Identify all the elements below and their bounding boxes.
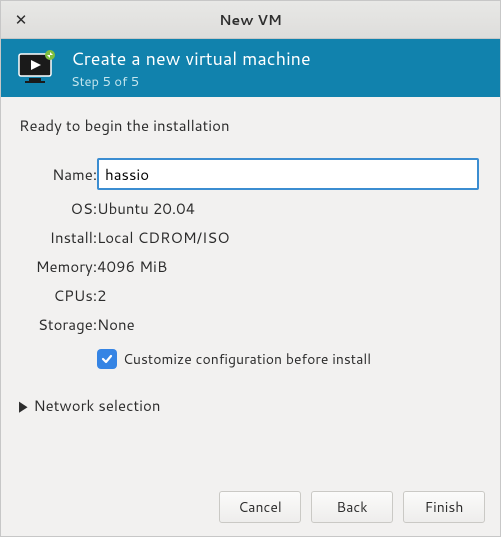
label-install: Install: xyxy=(19,223,97,252)
back-button[interactable]: Back xyxy=(311,491,393,523)
vm-monitor-icon xyxy=(17,50,57,86)
network-selection-expander[interactable]: ▶ Network selection xyxy=(19,395,482,416)
customize-checkbox[interactable] xyxy=(97,349,117,369)
finish-button[interactable]: Finish xyxy=(403,491,485,523)
content-area: Ready to begin the installation Name: OS… xyxy=(1,97,500,434)
value-memory: 4096 MiB xyxy=(97,252,479,281)
name-input[interactable] xyxy=(97,158,479,190)
value-install: Local CDROM/ISO xyxy=(97,223,479,252)
window-title: New VM xyxy=(1,10,500,30)
titlebar: ✕ New VM xyxy=(1,1,500,39)
value-storage: None xyxy=(97,310,479,339)
label-memory: Memory: xyxy=(19,252,97,281)
customize-label: Customize configuration before install xyxy=(123,349,371,369)
wizard-header: Create a new virtual machine Step 5 of 5 xyxy=(1,39,500,97)
value-os: Ubuntu 20.04 xyxy=(97,194,479,223)
label-storage: Storage: xyxy=(19,310,97,339)
network-selection-label: Network selection xyxy=(33,395,160,416)
ready-text: Ready to begin the installation xyxy=(19,115,482,136)
close-button[interactable]: ✕ xyxy=(9,8,33,32)
triangle-right-icon: ▶ xyxy=(19,395,27,416)
close-icon: ✕ xyxy=(15,9,28,30)
cancel-button[interactable]: Cancel xyxy=(219,491,301,523)
wizard-step: Step 5 of 5 xyxy=(71,73,311,91)
dialog-footer: Cancel Back Finish xyxy=(0,477,501,537)
label-cpus: CPUs: xyxy=(19,281,97,310)
label-name: Name: xyxy=(19,154,97,194)
check-icon xyxy=(100,352,114,366)
label-os: OS: xyxy=(19,194,97,223)
value-cpus: 2 xyxy=(97,281,479,310)
wizard-heading: Create a new virtual machine xyxy=(71,45,311,71)
